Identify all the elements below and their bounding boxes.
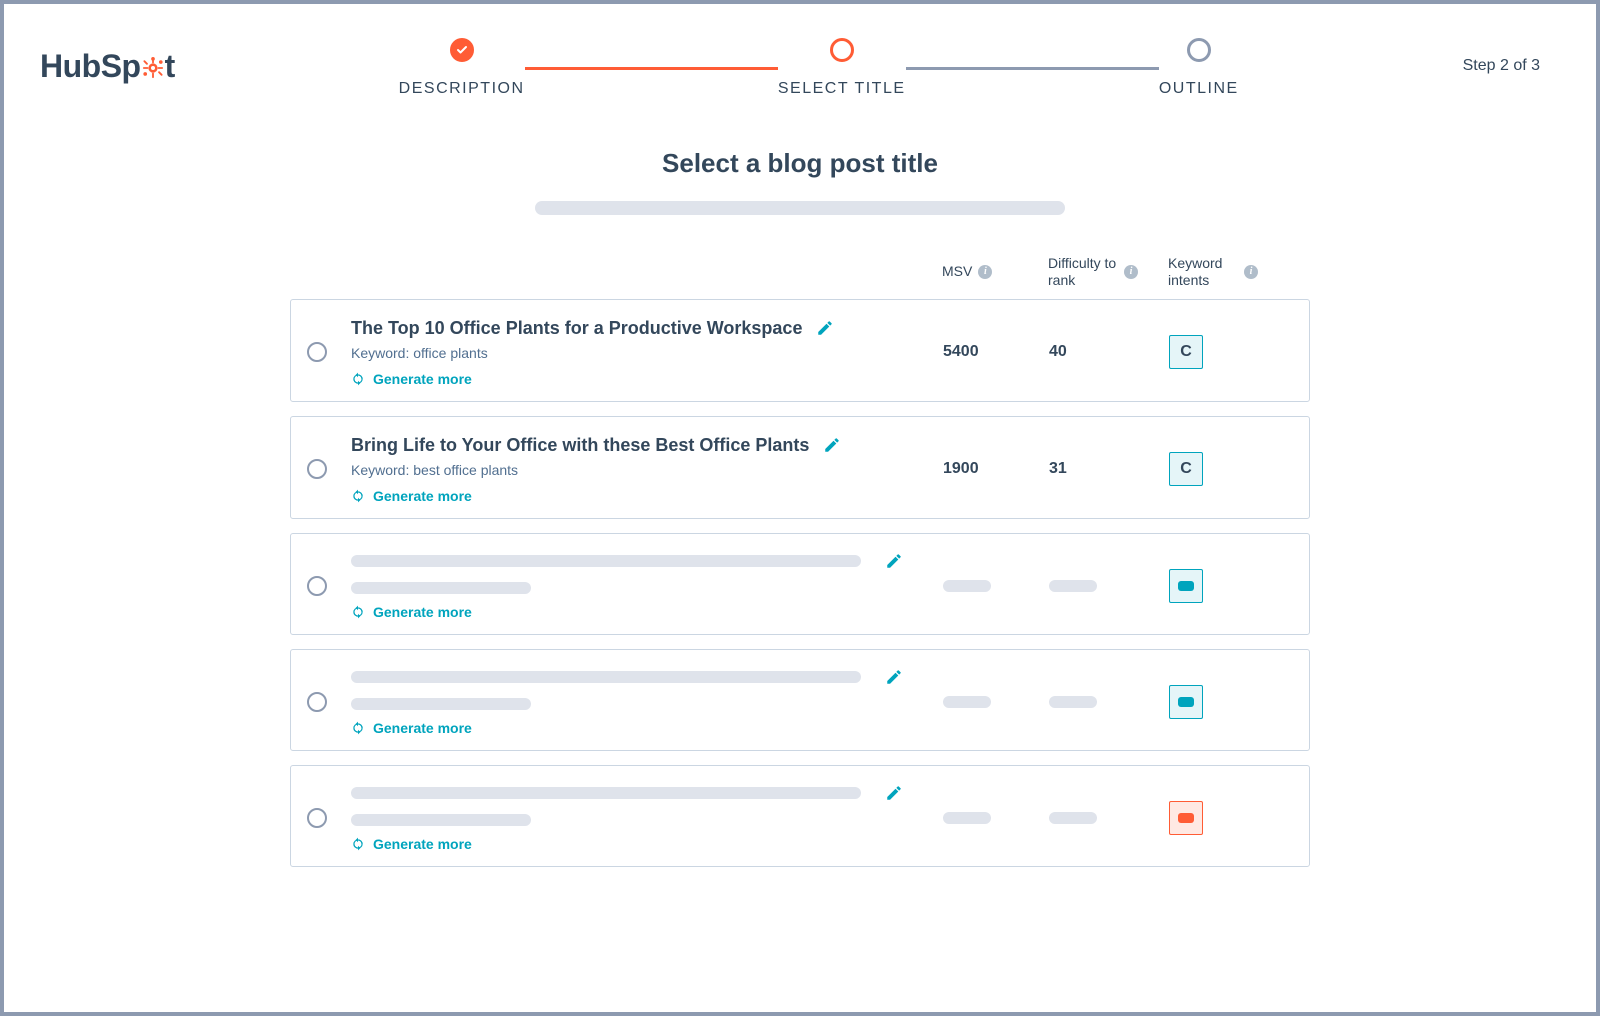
- generate-more-button[interactable]: Generate more: [351, 371, 943, 387]
- title-skeleton: [351, 555, 861, 567]
- title-option-card[interactable]: Generate more: [290, 765, 1310, 867]
- title-skeleton: [351, 671, 861, 683]
- title-option-card[interactable]: Generate more: [290, 533, 1310, 635]
- intent-badge: [1169, 685, 1203, 719]
- generate-more-button[interactable]: Generate more: [351, 836, 943, 852]
- intent-badge: C: [1169, 452, 1203, 486]
- msv-value: [943, 812, 1049, 824]
- refresh-icon: [351, 372, 365, 386]
- title-skeleton: [351, 787, 861, 799]
- subtitle-placeholder: [535, 201, 1065, 215]
- title-option-card[interactable]: The Top 10 Office Plants for a Productiv…: [290, 299, 1310, 402]
- difficulty-value: [1049, 812, 1169, 824]
- edit-icon[interactable]: [885, 668, 903, 686]
- radio-select[interactable]: [307, 808, 327, 828]
- info-icon[interactable]: i: [1244, 265, 1258, 279]
- edit-icon[interactable]: [816, 319, 834, 337]
- edit-icon[interactable]: [885, 552, 903, 570]
- intent-badge: [1169, 569, 1203, 603]
- radio-select[interactable]: [307, 459, 327, 479]
- difficulty-value: 40: [1049, 343, 1169, 361]
- refresh-icon: [351, 721, 365, 735]
- option-title: The Top 10 Office Plants for a Productiv…: [351, 318, 802, 339]
- step-select-title[interactable]: SELECT TITLE: [778, 38, 906, 98]
- msv-value: 5400: [943, 343, 1049, 361]
- refresh-icon: [351, 837, 365, 851]
- info-icon[interactable]: i: [978, 265, 992, 279]
- refresh-icon: [351, 489, 365, 503]
- radio-select[interactable]: [307, 576, 327, 596]
- edit-icon[interactable]: [885, 784, 903, 802]
- intent-badge: C: [1169, 335, 1203, 369]
- radio-select[interactable]: [307, 692, 327, 712]
- msv-value: [943, 580, 1049, 592]
- generate-more-button[interactable]: Generate more: [351, 720, 943, 736]
- keyword-skeleton: [351, 814, 531, 826]
- column-headers: MSV i Difficulty to rank i Keyword inten…: [290, 255, 1310, 299]
- generate-more-button[interactable]: Generate more: [351, 488, 943, 504]
- msv-value: 1900: [943, 460, 1049, 478]
- difficulty-value: [1049, 580, 1169, 592]
- keyword-skeleton: [351, 698, 531, 710]
- step-indicator: Step 2 of 3: [1463, 57, 1560, 75]
- edit-icon[interactable]: [823, 436, 841, 454]
- step-outline[interactable]: OUTLINE: [1159, 38, 1239, 98]
- title-option-card[interactable]: Generate more: [290, 649, 1310, 751]
- step-description[interactable]: DESCRIPTION: [399, 38, 525, 98]
- msv-value: [943, 696, 1049, 708]
- sprocket-icon: [142, 57, 164, 79]
- hubspot-logo: HubSp: [40, 48, 175, 85]
- title-option-card[interactable]: Bring Life to Your Office with these Bes…: [290, 416, 1310, 519]
- difficulty-value: [1049, 696, 1169, 708]
- page-title: Select a blog post title: [290, 148, 1310, 179]
- refresh-icon: [351, 605, 365, 619]
- keyword-label: Keyword: office plants: [351, 345, 943, 361]
- keyword-label: Keyword: best office plants: [351, 462, 943, 478]
- intent-badge: [1169, 801, 1203, 835]
- option-title: Bring Life to Your Office with these Bes…: [351, 435, 809, 456]
- info-icon[interactable]: i: [1124, 265, 1138, 279]
- progress-stepper: DESCRIPTION SELECT TITLE OUTLINE: [199, 34, 1439, 98]
- keyword-skeleton: [351, 582, 531, 594]
- radio-select[interactable]: [307, 342, 327, 362]
- generate-more-button[interactable]: Generate more: [351, 604, 943, 620]
- difficulty-value: 31: [1049, 460, 1169, 478]
